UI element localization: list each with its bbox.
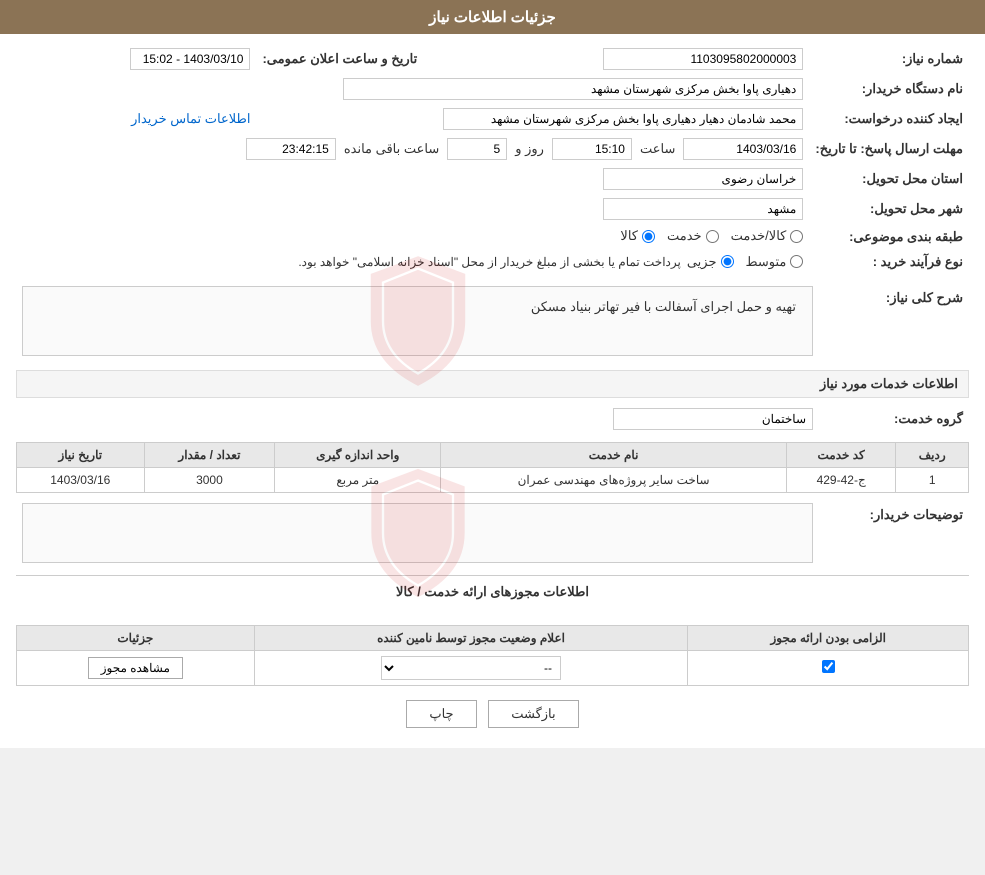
page-title: جزئیات اطلاعات نیاز: [429, 9, 556, 26]
top-info-table: شماره نیاز: تاریخ و ساعت اعلان عمومی: نا…: [16, 44, 969, 274]
action-buttons: بازگشت چاپ: [16, 700, 969, 728]
print-button[interactable]: چاپ: [406, 700, 476, 728]
radio-kala-khedmat-label: کالا/خدمت: [731, 228, 787, 244]
col-code: کد خدمت: [786, 442, 895, 467]
deadline-remaining-input[interactable]: [246, 138, 336, 160]
category-kala-khedmat[interactable]: کالا/خدمت: [731, 228, 804, 244]
view-license-button[interactable]: مشاهده مجوز: [88, 657, 183, 679]
cell-qty: 3000: [144, 467, 275, 492]
buyer-org-cell: [16, 74, 809, 104]
col-row: ردیف: [896, 442, 969, 467]
buyer-notes-cell: [16, 499, 819, 567]
radio-jozi-label: جزیی: [687, 254, 717, 270]
cell-name: ساخت سایر پروژه‌های مهندسی عمران: [441, 467, 787, 492]
service-group-label: گروه خدمت:: [819, 404, 969, 434]
requester-cell: [256, 104, 809, 134]
cell-date: 1403/03/16: [17, 467, 145, 492]
purchase-type-note: پرداخت تمام یا بخشی از مبلغ خریدار از مح…: [298, 255, 681, 269]
radio-khedmat-label: خدمت: [667, 228, 702, 244]
divider: [16, 575, 969, 576]
licenses-section-title: اطلاعات مجوزهای ارائه خدمت / کالا: [16, 584, 969, 600]
buyer-notes-table: توضیحات خریدار:: [16, 499, 969, 567]
need-desc-label: شرح کلی نیاز:: [819, 282, 969, 360]
city-cell: [16, 194, 809, 224]
shield-watermark-icon: [358, 251, 478, 391]
province-label: استان محل تحویل:: [809, 164, 969, 194]
need-desc-cell: تهیه و حمل اجرای آسفالت با فیر تهاتر بنی…: [16, 282, 819, 360]
service-group-input[interactable]: [613, 408, 813, 430]
contact-link-cell: اطلاعات تماس خریدار: [16, 104, 256, 134]
radio-motavaset[interactable]: [790, 255, 803, 268]
contact-link[interactable]: اطلاعات تماس خریدار: [131, 111, 250, 126]
buyer-notes-label: توضیحات خریدار:: [819, 499, 969, 567]
announce-date-input[interactable]: [130, 48, 250, 70]
deadline-label: مهلت ارسال پاسخ: تا تاریخ:: [809, 134, 969, 164]
page-wrapper: جزئیات اطلاعات نیاز شماره نیاز: تاریخ و …: [0, 0, 985, 748]
col-license-details: جزئیات: [17, 625, 255, 650]
page-header: جزئیات اطلاعات نیاز: [0, 0, 985, 34]
col-date: تاریخ نیاز: [17, 442, 145, 467]
buyer-notes-area: [22, 503, 813, 563]
need-description-table: شرح کلی نیاز: تهیه و حمل اجرای آسفالت با…: [16, 282, 969, 360]
purchase-type-jozi[interactable]: جزیی: [687, 254, 734, 270]
services-section-title: اطلاعات خدمات مورد نیاز: [16, 370, 969, 398]
cell-row: 1: [896, 467, 969, 492]
license-status-cell: --: [254, 650, 688, 685]
main-content: شماره نیاز: تاریخ و ساعت اعلان عمومی: نا…: [0, 34, 985, 748]
license-row: -- مشاهده مجوز: [17, 650, 969, 685]
province-input[interactable]: [603, 168, 803, 190]
license-status-select[interactable]: --: [381, 656, 561, 680]
requester-label: ایجاد کننده درخواست:: [809, 104, 969, 134]
province-cell: [16, 164, 809, 194]
license-details-cell: مشاهده مجوز: [17, 650, 255, 685]
need-desc-text: تهیه و حمل اجرای آسفالت با فیر تهاتر بنی…: [531, 299, 796, 314]
licenses-table: الزامی بودن ارائه مجوز اعلام وضعیت مجوز …: [16, 625, 969, 686]
radio-khedmat[interactable]: [706, 230, 719, 243]
deadline-time-input[interactable]: [552, 138, 632, 160]
deadline-day-input[interactable]: [447, 138, 507, 160]
service-group-cell: [16, 404, 819, 434]
deadline-time-label: ساعت: [640, 141, 675, 157]
radio-jozi[interactable]: [721, 255, 734, 268]
city-label: شهر محل تحویل:: [809, 194, 969, 224]
announce-date-label: تاریخ و ساعت اعلان عمومی:: [256, 44, 423, 74]
need-desc-area: تهیه و حمل اجرای آسفالت با فیر تهاتر بنی…: [22, 286, 813, 356]
license-required-cell: [688, 650, 969, 685]
services-table: ردیف کد خدمت نام خدمت واحد اندازه گیری ت…: [16, 442, 969, 493]
license-required-checkbox[interactable]: [822, 660, 835, 673]
back-button[interactable]: بازگشت: [488, 700, 578, 728]
col-license-required: الزامی بودن ارائه مجوز: [688, 625, 969, 650]
buyer-org-input[interactable]: [343, 78, 803, 100]
announce-date-cell: [16, 44, 256, 74]
need-number-input[interactable]: [603, 48, 803, 70]
category-kala[interactable]: کالا: [620, 228, 655, 244]
table-row: 1 ج-42-429 ساخت سایر پروژه‌های مهندسی عم…: [17, 467, 969, 492]
deadline-remaining-label: ساعت باقی مانده: [344, 141, 439, 157]
col-license-status: اعلام وضعیت مجوز توسط نامین کننده: [254, 625, 688, 650]
radio-motavaset-label: متوسط: [746, 254, 787, 270]
cell-code: ج-42-429: [786, 467, 895, 492]
category-cell: کالا/خدمت خدمت کالا: [16, 224, 809, 250]
radio-kala[interactable]: [642, 230, 655, 243]
requester-input[interactable]: [443, 108, 803, 130]
deadline-date-input[interactable]: [683, 138, 803, 160]
need-number-cell: [423, 44, 809, 74]
need-number-label: شماره نیاز:: [809, 44, 969, 74]
deadline-day-label: روز و: [515, 141, 544, 157]
shield-watermark-2-icon: [358, 463, 478, 603]
city-input[interactable]: [603, 198, 803, 220]
deadline-cell: ساعت روز و ساعت باقی مانده: [16, 134, 809, 164]
col-name: نام خدمت: [441, 442, 787, 467]
buyer-org-label: نام دستگاه خریدار:: [809, 74, 969, 104]
service-group-table: گروه خدمت:: [16, 404, 969, 434]
purchase-type-label: نوع فرآیند خرید :: [809, 250, 969, 274]
category-khedmat[interactable]: خدمت: [667, 228, 719, 244]
col-qty: تعداد / مقدار: [144, 442, 275, 467]
category-label: طبقه بندی موضوعی:: [809, 224, 969, 250]
radio-kala-label: کالا: [620, 228, 638, 244]
radio-kala-khedmat[interactable]: [790, 230, 803, 243]
purchase-type-motavaset[interactable]: متوسط: [746, 254, 804, 270]
